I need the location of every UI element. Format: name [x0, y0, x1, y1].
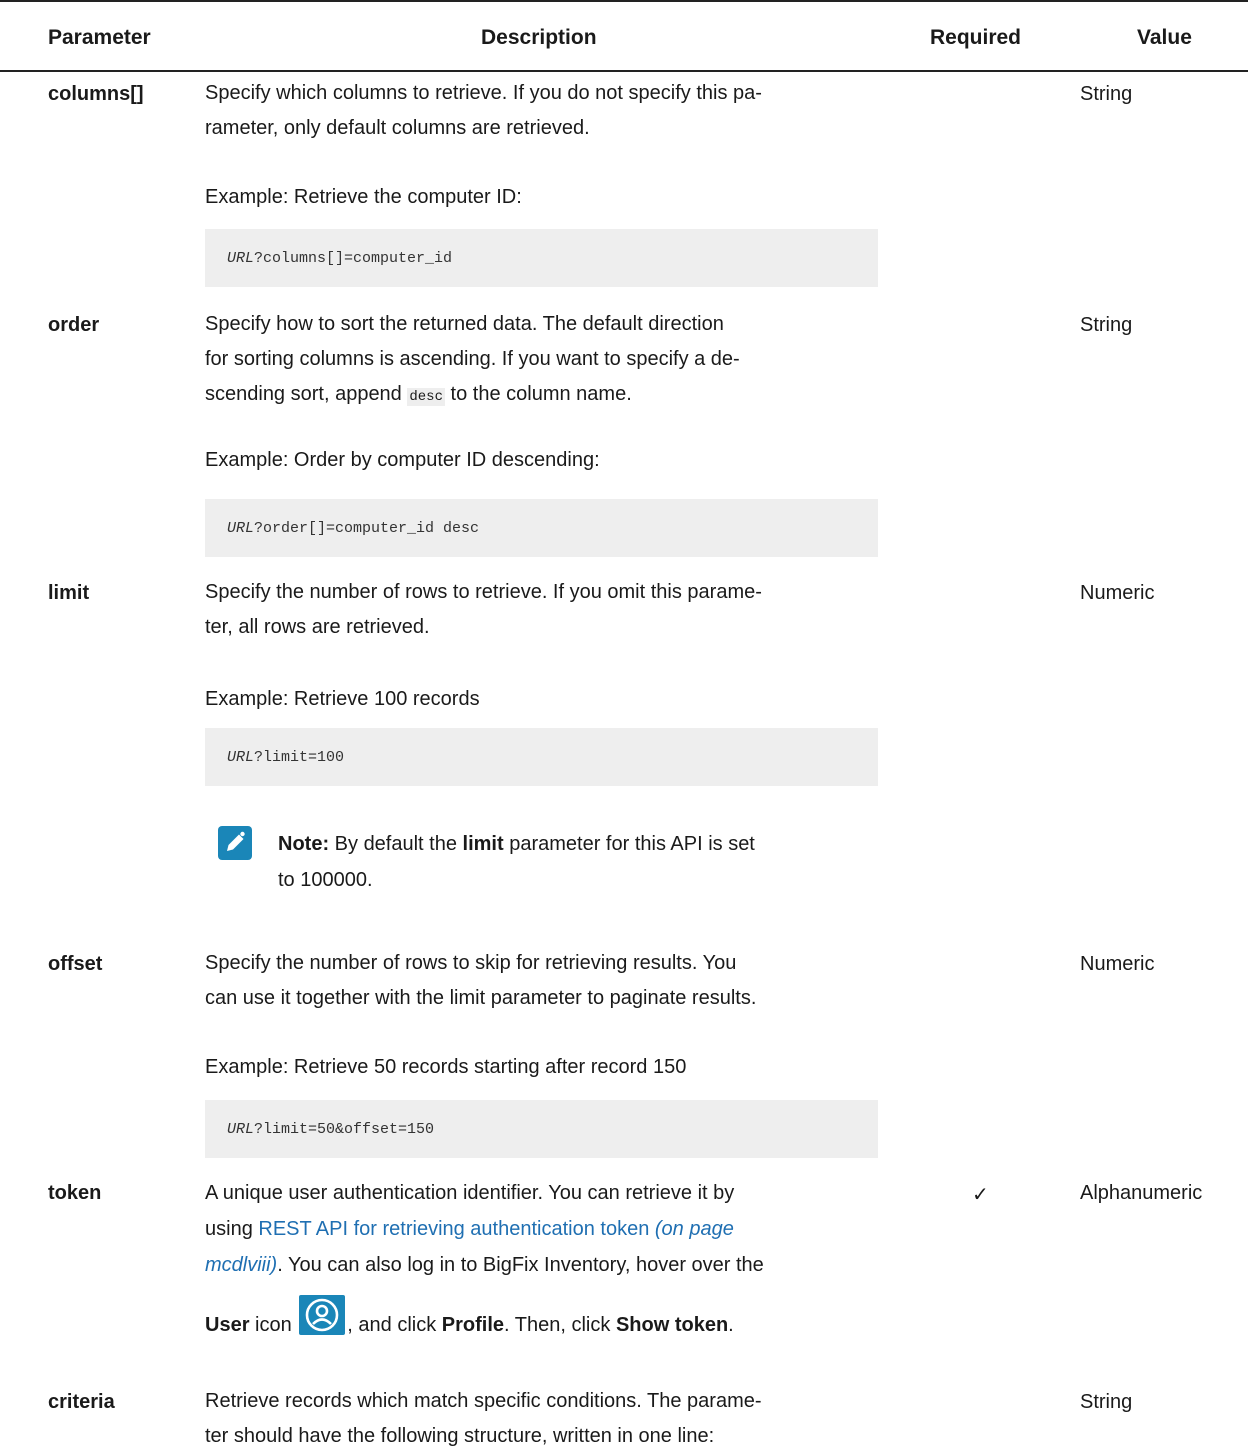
desc-line: for sorting columns is ascending. If you…: [205, 348, 740, 370]
header-rule: [0, 70, 1248, 72]
desc-line: Specify the number of rows to retrieve. …: [205, 581, 762, 603]
user-profile-icon: [299, 1295, 346, 1335]
desc-line: rameter, only default columns are retrie…: [205, 117, 590, 139]
example-order: Example: Order by computer ID descending…: [205, 449, 600, 471]
inline-code-desc: desc: [407, 388, 445, 406]
desc-text: using: [205, 1218, 259, 1240]
param-name-offset: offset: [48, 953, 103, 975]
param-desc-limit: Specify the number of rows to retrieve. …: [205, 575, 885, 645]
code-url-placeholder: URL: [227, 249, 255, 267]
desc-text: scending sort, append: [205, 383, 408, 405]
desc-text: , and click: [347, 1314, 442, 1336]
code-url-placeholder: URL: [227, 519, 255, 537]
param-desc-columns: Specify which columns to retrieve. If yo…: [205, 76, 885, 146]
desc-line: can use it together with the limit param…: [205, 987, 757, 1009]
code-query: ?columns[]=computer_id: [254, 249, 453, 267]
example-offset: Example: Retrieve 50 records starting af…: [205, 1056, 687, 1078]
desc-text: . Then, click: [504, 1314, 616, 1336]
note-text-part: By default the: [329, 833, 463, 855]
code-block-offset: URL ?limit=50&offset=150: [205, 1100, 878, 1158]
param-name-criteria: criteria: [48, 1391, 115, 1413]
desc-line: mcdlviii). You can also log in to BigFix…: [205, 1247, 885, 1283]
code-block-columns: URL ?columns[]=computer_id: [205, 229, 878, 287]
link-text[interactable]: REST API for retrieving authentication t…: [258, 1218, 649, 1240]
header-required: Required: [930, 26, 1022, 49]
param-name-limit: limit: [48, 582, 90, 604]
profile-bold: Profile: [441, 1314, 505, 1336]
param-desc-order: Specify how to sort the returned data. T…: [205, 307, 885, 415]
note-label: Note:: [278, 833, 330, 855]
note-text-part: to 100000.: [278, 869, 373, 891]
header-parameter: Parameter: [48, 26, 151, 49]
desc-line: User icon , and click Profile. Then, cli…: [205, 1295, 885, 1343]
desc-line: Specify how to sort the returned data. T…: [205, 313, 724, 335]
code-block-order: URL ?order[]=computer_id desc: [205, 499, 878, 557]
code-query: ?order[]=computer_id desc: [254, 519, 480, 537]
note-bold-param: limit: [462, 833, 504, 855]
example-columns: Example: Retrieve the computer ID:: [205, 186, 522, 208]
desc-line: ter, all rows are retrieved.: [205, 616, 430, 638]
param-name-order: order: [48, 314, 100, 336]
auth-token-link-page[interactable]: mcdlviii): [205, 1254, 277, 1276]
param-value-order: String: [1080, 314, 1133, 336]
desc-text: . You can also log in to BigFix Inventor…: [277, 1254, 764, 1276]
code-query: ?limit=50&offset=150: [254, 1120, 435, 1138]
param-desc-token: A unique user authentication identifier.…: [205, 1175, 885, 1343]
note-limit: Note: By default the limit parameter for…: [278, 826, 878, 898]
header-value: Value: [1137, 26, 1192, 49]
code-query: ?limit=100: [254, 748, 345, 766]
param-desc-criteria: Retrieve records which match specific co…: [205, 1384, 885, 1454]
param-name-columns: columns[]: [48, 83, 144, 105]
param-value-columns: String: [1080, 83, 1133, 105]
code-block-limit: URL ?limit=100: [205, 728, 878, 786]
pencil-icon: [218, 826, 252, 860]
param-desc-offset: Specify the number of rows to skip for r…: [205, 946, 885, 1016]
code-url-placeholder: URL: [227, 1120, 255, 1138]
param-name-token: token: [48, 1182, 102, 1204]
desc-line: A unique user authentication identifier.…: [205, 1182, 735, 1204]
desc-line: Specify which columns to retrieve. If yo…: [205, 82, 762, 104]
desc-text: .: [728, 1314, 734, 1336]
param-value-offset: Numeric: [1080, 953, 1155, 975]
desc-text: to the column name.: [444, 383, 632, 405]
header-description: Description: [481, 26, 597, 49]
desc-line: using REST API for retrieving authentica…: [205, 1211, 885, 1247]
show-token-bold: Show token: [615, 1314, 729, 1336]
example-limit: Example: Retrieve 100 records: [205, 688, 480, 710]
user-bold: User: [205, 1314, 250, 1336]
param-value-limit: Numeric: [1080, 582, 1155, 604]
desc-line: scending sort, append desc to the column…: [205, 377, 885, 415]
param-value-criteria: String: [1080, 1391, 1133, 1413]
auth-token-link[interactable]: REST API for retrieving authentication t…: [258, 1218, 733, 1240]
param-value-token: Alphanumeric: [1080, 1182, 1203, 1204]
link-page-ref[interactable]: (on page: [649, 1218, 734, 1240]
note-text-part: parameter for this API is set: [503, 833, 755, 855]
code-url-placeholder: URL: [227, 748, 255, 766]
link-page-ref[interactable]: mcdlviii): [205, 1254, 277, 1276]
desc-text: icon: [249, 1314, 298, 1336]
required-checkmark: ✓: [972, 1184, 989, 1206]
desc-line: Specify the number of rows to skip for r…: [205, 952, 737, 974]
desc-line: Retrieve records which match specific co…: [205, 1390, 762, 1412]
top-rule: [0, 0, 1248, 2]
